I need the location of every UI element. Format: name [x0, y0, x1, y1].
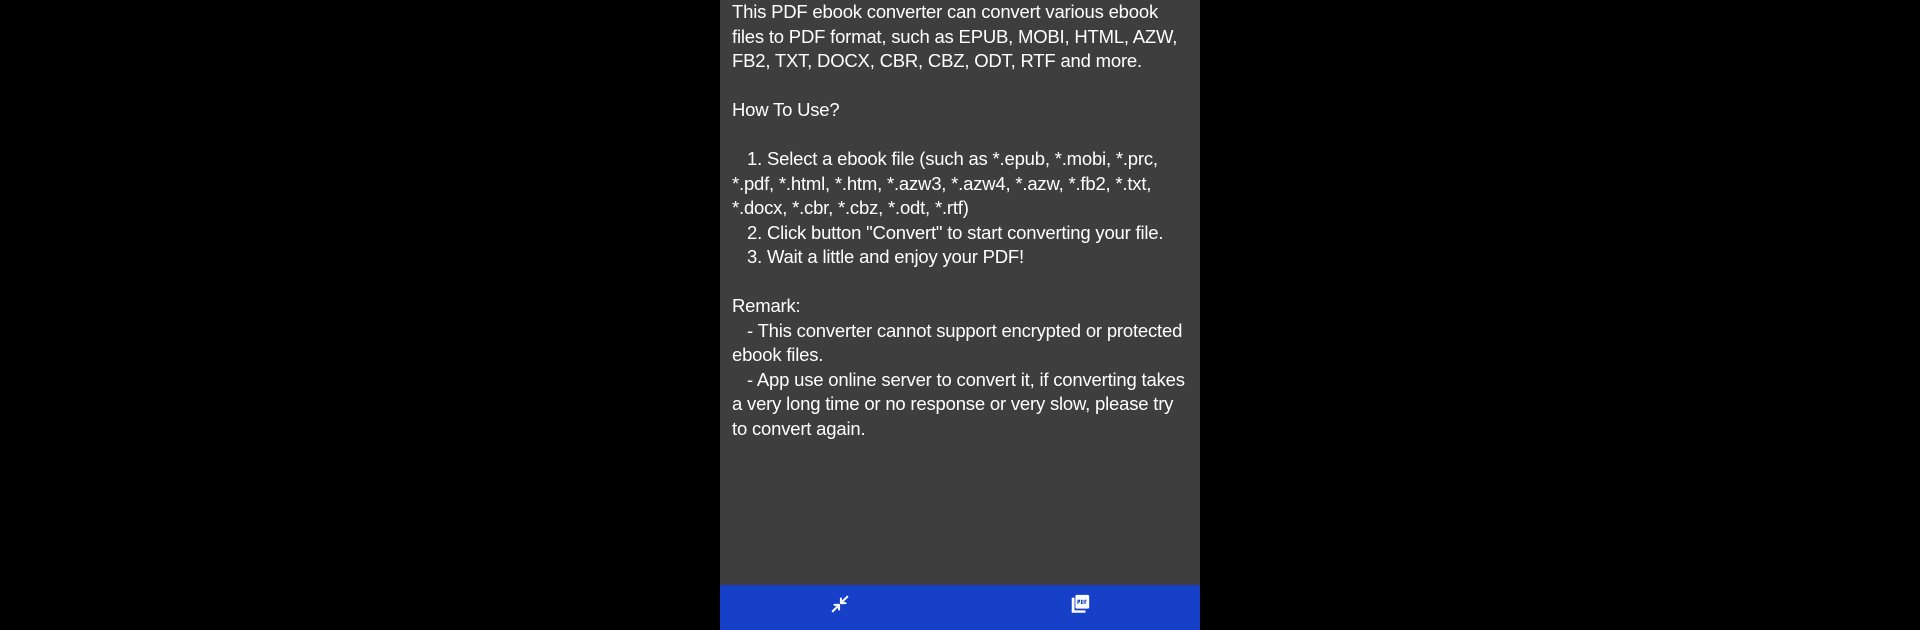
remark-item: - App use online server to convert it, i…	[732, 368, 1185, 439]
how-to-title: How To Use?	[732, 99, 840, 120]
nav-item-convert[interactable]	[720, 585, 960, 630]
app-window: This PDF ebook converter can convert var…	[720, 0, 1200, 630]
intro-paragraph: This PDF ebook converter can convert var…	[732, 1, 1178, 71]
remark-item: - This converter cannot support encrypte…	[732, 319, 1183, 366]
step-item: 3. Wait a little and enjoy your PDF!	[747, 246, 1024, 267]
step-item: 1. Select a ebook file (such as *.epub, …	[732, 148, 1158, 218]
description-text: This PDF ebook converter can convert var…	[732, 0, 1188, 441]
pdf-file-icon	[1071, 594, 1090, 613]
remark-title: Remark:	[732, 295, 801, 316]
nav-item-my-pdf[interactable]	[960, 585, 1200, 630]
step-item: 2. Click button "Convert" to start conve…	[747, 221, 1164, 243]
compress-arrows-icon	[831, 595, 849, 613]
screen: This PDF ebook converter can convert var…	[0, 0, 1920, 630]
bottom-navigation-bar	[720, 585, 1200, 630]
